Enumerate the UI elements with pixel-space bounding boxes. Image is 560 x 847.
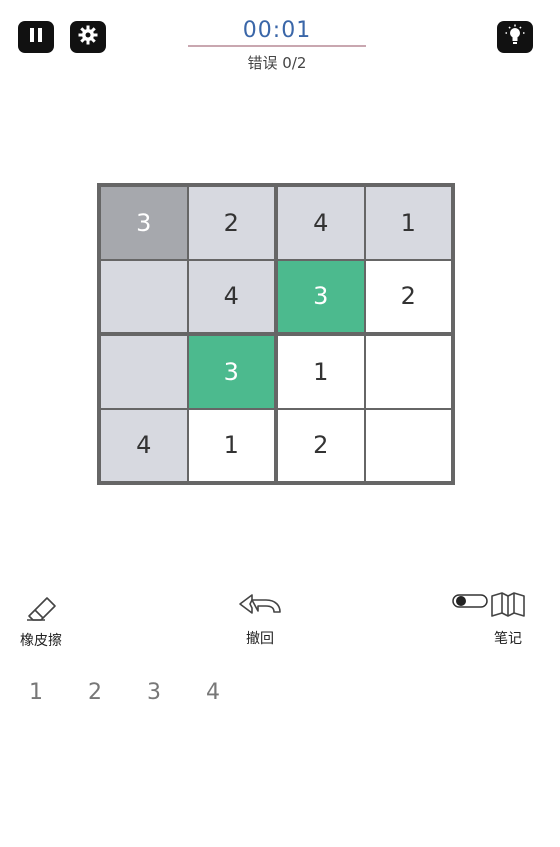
number-key-2[interactable]: 2 — [80, 680, 110, 705]
notes-button[interactable]: 笔记 — [488, 590, 528, 648]
board-cell-r4-c1[interactable]: 4 — [101, 409, 187, 481]
number-key-1[interactable]: 1 — [21, 680, 51, 705]
settings-button[interactable] — [70, 21, 106, 53]
eraser-button[interactable]: 橡皮擦 — [20, 590, 62, 650]
number-key-3[interactable]: 3 — [139, 680, 169, 705]
board-cell-r3-c2[interactable]: 3 — [188, 336, 274, 408]
board-cell-r2-c2[interactable]: 4 — [188, 260, 274, 332]
board-cell-r1-c3[interactable]: 4 — [278, 187, 364, 259]
board-cell-r3-c4[interactable] — [365, 336, 451, 408]
board-cell-r2-c1[interactable] — [101, 260, 187, 332]
toggle-icon — [452, 594, 488, 613]
board-cell-r2-c3[interactable]: 3 — [278, 260, 364, 332]
notes-label: 笔记 — [494, 631, 522, 647]
undo-label: 撤回 — [246, 631, 274, 647]
board-cell-r4-c2[interactable]: 1 — [188, 409, 274, 481]
number-key-4[interactable]: 4 — [198, 680, 228, 705]
board-cell-r1-c1[interactable]: 3 — [101, 187, 187, 259]
mistakes-counter: 错误 0/2 — [247, 54, 307, 72]
board-cell-r3-c3[interactable]: 1 — [278, 336, 364, 408]
board-cell-r2-c4[interactable]: 2 — [365, 260, 451, 332]
board-cell-r3-c1[interactable] — [101, 336, 187, 408]
hint-button[interactable] — [497, 21, 533, 53]
board-cell-r1-c4[interactable]: 1 — [365, 187, 451, 259]
board-cell-r4-c3[interactable]: 2 — [278, 409, 364, 481]
pause-icon — [29, 27, 43, 47]
lightbulb-icon — [505, 24, 525, 50]
gear-icon — [78, 25, 98, 49]
board-cell-r4-c4[interactable] — [365, 409, 451, 481]
timer-divider — [188, 45, 366, 47]
eraser-icon — [21, 590, 61, 626]
notebook-icon — [488, 590, 528, 624]
sudoku-board: 324143231412 — [97, 183, 455, 485]
eraser-label: 橡皮擦 — [20, 633, 62, 649]
timer: 00:01 — [242, 18, 312, 43]
board-cell-r1-c2[interactable]: 2 — [188, 187, 274, 259]
pause-button[interactable] — [18, 21, 54, 53]
undo-button[interactable]: 撤回 — [236, 590, 284, 648]
notes-toggle[interactable] — [452, 593, 488, 613]
undo-icon — [236, 590, 284, 624]
